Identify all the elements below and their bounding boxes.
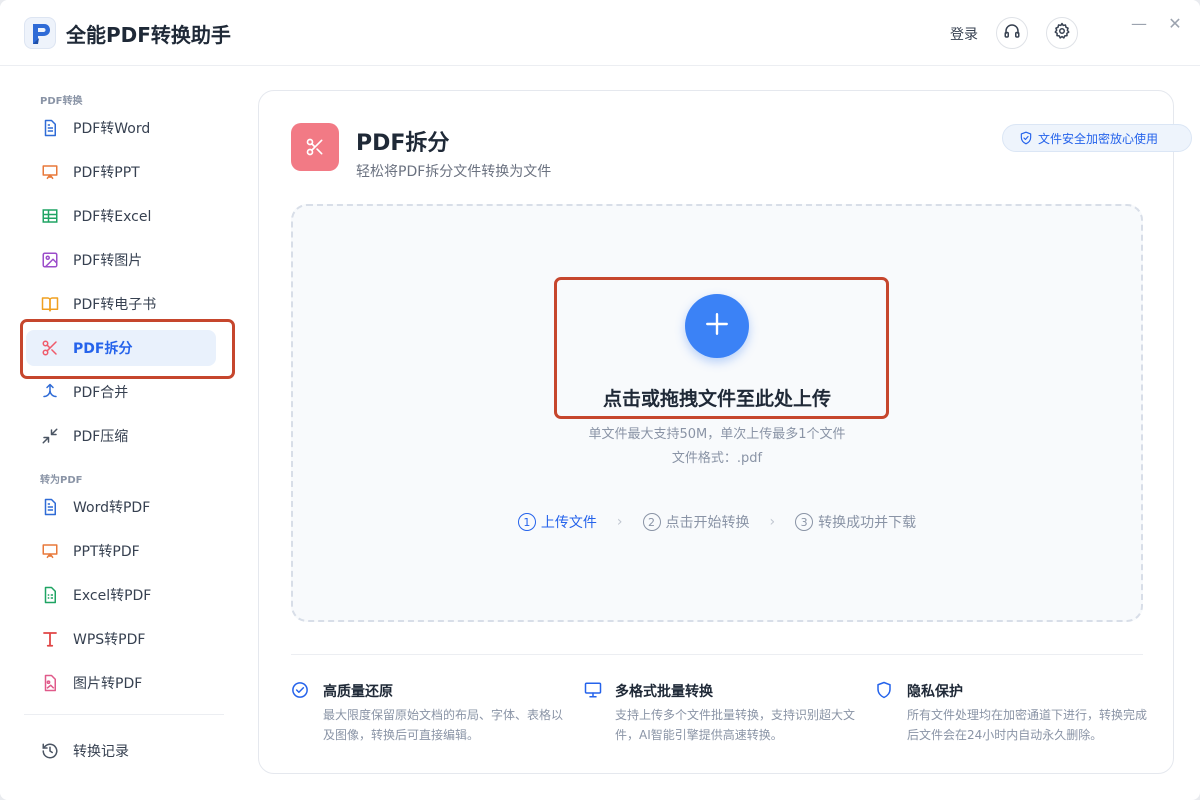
sidebar-divider xyxy=(24,714,224,715)
app-logo-icon xyxy=(24,17,56,49)
page-scissors-icon xyxy=(291,123,339,171)
step-download: 3 转换成功并下载 xyxy=(795,512,916,532)
sidebar-item-pdf-to-ppt[interactable]: PDF转PPT xyxy=(26,154,216,190)
feature-desc: 支持上传多个文件批量转换，支持识别超大文件，AI智能引擎提供高速转换。 xyxy=(615,708,856,742)
sidebar-item-excel-to-pdf[interactable]: Excel转PDF xyxy=(26,577,216,613)
sidebar-item-pdf-merge[interactable]: PDF合并 xyxy=(26,374,216,410)
page-subtitle: 轻松将PDF拆分文件转换为文件 xyxy=(356,164,552,180)
step-number: 3 xyxy=(795,513,814,531)
scissors-icon xyxy=(40,338,60,358)
feature-desc: 最大限度保留原始文档的布局、字体、表格以及图像，转换后可直接编辑。 xyxy=(323,708,564,742)
sidebar-item-ppt-to-pdf[interactable]: PPT转PDF xyxy=(26,533,216,569)
table-icon xyxy=(40,206,60,226)
merge-icon xyxy=(40,382,60,402)
sidebar: PDF转换 PDF转Word PDF转PPT PDF转Excel PDF转图片 xyxy=(0,67,246,800)
minimize-button[interactable]: — xyxy=(1131,14,1147,34)
shield-check-icon xyxy=(1019,131,1033,145)
security-badge-text: 文件安全加密放心使用 xyxy=(1038,131,1159,146)
text-t-icon xyxy=(40,629,60,649)
compress-icon xyxy=(40,426,60,446)
upload-dropzone[interactable]: 点击或拖拽文件至此处上传 单文件最大支持50M，单次上传最多1个文件 文件格式：… xyxy=(291,204,1143,622)
support-button[interactable] xyxy=(996,17,1028,49)
step-label: 点击开始转换 xyxy=(665,515,750,531)
image-file-icon xyxy=(40,673,60,693)
sidebar-item-label: PDF转图片 xyxy=(73,253,143,269)
chevron-right-icon: › xyxy=(769,514,776,530)
sidebar-item-label: Excel转PDF xyxy=(73,588,152,604)
security-badge: 文件安全加密放心使用 xyxy=(1002,124,1192,152)
sidebar-item-label: WPS转PDF xyxy=(73,632,146,648)
plus-icon xyxy=(704,311,730,341)
document-icon xyxy=(40,497,60,517)
history-button[interactable]: 转换记录 xyxy=(26,733,216,769)
step-number: 2 xyxy=(642,513,661,531)
sidebar-item-pdf-to-image[interactable]: PDF转图片 xyxy=(26,242,216,278)
sidebar-item-label: 图片转PDF xyxy=(73,676,143,692)
settings-button[interactable] xyxy=(1046,17,1078,49)
document-icon xyxy=(40,118,60,138)
gear-icon xyxy=(1053,22,1071,44)
app-window: 全能PDF转换助手 登录 — ✕ PDF转换 PDF转Word PDF转PPT … xyxy=(0,0,1200,800)
sidebar-item-label: PDF压缩 xyxy=(73,429,129,445)
presentation-icon xyxy=(40,162,60,182)
upload-button[interactable] xyxy=(685,294,749,358)
sidebar-item-pdf-to-word[interactable]: PDF转Word xyxy=(26,110,216,146)
sidebar-group-label: PDF转换 xyxy=(40,96,83,107)
book-icon xyxy=(40,294,60,314)
dropzone-format-note: 文件格式：.pdf xyxy=(671,451,763,466)
dropzone-title: 点击或拖拽文件至此处上传 xyxy=(602,388,831,410)
progress-steps: 1 上传文件 › 2 点击开始转换 › 3 转换成功并下载 xyxy=(293,512,1141,532)
sidebar-item-label: PDF转电子书 xyxy=(73,297,157,313)
sidebar-item-label: PDF转Word xyxy=(73,121,151,137)
feature-title: 高质量还原 xyxy=(323,684,393,700)
feature-desc: 所有文件处理均在加密通道下进行，转换完成后文件会在24小时内自动永久删除。 xyxy=(907,708,1148,742)
step-convert: 2 点击开始转换 xyxy=(642,512,750,532)
close-button[interactable]: ✕ xyxy=(1167,14,1183,34)
sidebar-item-label: PDF转Excel xyxy=(73,209,152,225)
step-upload: 1 上传文件 xyxy=(517,512,597,532)
sidebar-item-wps-to-pdf[interactable]: WPS转PDF xyxy=(26,621,216,657)
sidebar-item-word-to-pdf[interactable]: Word转PDF xyxy=(26,489,216,525)
sidebar-item-image-to-pdf[interactable]: 图片转PDF xyxy=(26,665,216,701)
check-circle-icon xyxy=(291,681,309,703)
page-title: PDF拆分 xyxy=(356,131,450,156)
step-label: 上传文件 xyxy=(540,515,597,531)
shield-icon xyxy=(875,681,893,703)
dropzone-limit-note: 单文件最大支持50M，单次上传最多1个文件 xyxy=(588,427,846,442)
history-label: 转换记录 xyxy=(73,744,129,760)
sidebar-group-label: 转为PDF xyxy=(40,475,83,486)
title-bar: 全能PDF转换助手 登录 — ✕ xyxy=(0,0,1200,66)
spreadsheet-icon xyxy=(40,585,60,605)
sidebar-item-label: PDF拆分 xyxy=(73,341,133,357)
sidebar-item-label: PDF合并 xyxy=(73,385,129,401)
monitor-icon xyxy=(583,681,603,703)
sidebar-item-pdf-to-ebook[interactable]: PDF转电子书 xyxy=(26,286,216,322)
features-divider xyxy=(291,654,1143,655)
step-number: 1 xyxy=(517,513,536,531)
history-icon xyxy=(40,741,60,761)
sidebar-item-pdf-compress[interactable]: PDF压缩 xyxy=(26,418,216,454)
sidebar-item-label: PDF转PPT xyxy=(73,165,140,181)
sidebar-item-label: Word转PDF xyxy=(73,500,151,516)
sidebar-item-pdf-to-excel[interactable]: PDF转Excel xyxy=(26,198,216,234)
headset-icon xyxy=(1003,22,1021,44)
app-title: 全能PDF转换助手 xyxy=(66,23,231,47)
sidebar-item-pdf-split[interactable]: PDF拆分 xyxy=(26,330,216,366)
feature-title: 隐私保护 xyxy=(907,684,963,700)
image-icon xyxy=(40,250,60,270)
login-link[interactable]: 登录 xyxy=(950,24,978,44)
main-panel: PDF拆分 轻松将PDF拆分文件转换为文件 文件安全加密放心使用 点击或拖拽文件… xyxy=(258,90,1192,774)
feature-title: 多格式批量转换 xyxy=(615,684,713,700)
presentation-icon xyxy=(40,541,60,561)
step-label: 转换成功并下载 xyxy=(818,515,917,531)
chevron-right-icon: › xyxy=(616,514,623,530)
sidebar-item-label: PPT转PDF xyxy=(73,544,140,560)
